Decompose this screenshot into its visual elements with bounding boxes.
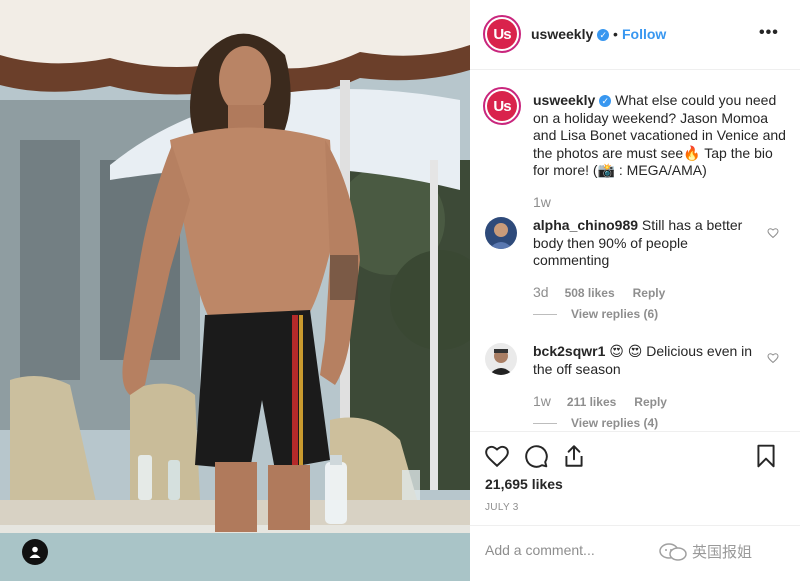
watermark: 英国报姐 <box>658 541 752 562</box>
account-username[interactable]: usweekly <box>531 26 593 42</box>
avatar-logo-text: Us <box>487 91 517 121</box>
replies-line <box>533 314 557 316</box>
comment-meta: 1w 211 likes Reply <box>533 393 685 409</box>
reply-button[interactable]: Reply <box>633 286 666 300</box>
view-replies-label[interactable]: View replies (4) <box>571 416 658 430</box>
add-comment-bar: 英国报姐 <box>470 525 800 581</box>
comment-meta: 3d 508 likes Reply <box>533 284 683 300</box>
caption-time[interactable]: 1w <box>533 194 551 210</box>
comment-likes[interactable]: 508 likes <box>565 286 615 300</box>
verified-badge-icon: ✓ <box>599 95 612 108</box>
caption-username[interactable]: usweekly <box>533 92 595 108</box>
post-actions: 21,695 likes JULY 3 英国报姐 <box>470 431 800 581</box>
post-photo[interactable] <box>0 0 470 581</box>
account-name[interactable]: usweekly ✓ <box>531 26 610 42</box>
user-tag-icon[interactable] <box>22 539 48 565</box>
follow-button[interactable]: Follow <box>622 26 666 42</box>
heart-icon[interactable] <box>484 443 510 469</box>
view-replies[interactable]: View replies (4) <box>533 416 658 430</box>
verified-badge-icon: ✓ <box>597 29 610 42</box>
watermark-text: 英国报姐 <box>692 544 753 561</box>
comment-likes[interactable]: 211 likes <box>567 395 616 409</box>
replies-line <box>533 423 557 425</box>
reply-button[interactable]: Reply <box>634 395 667 409</box>
commenter-avatar[interactable] <box>485 217 517 249</box>
comment-bubble-icon[interactable] <box>523 443 549 469</box>
wechat-logo-icon <box>659 542 687 561</box>
photo-illustration <box>0 0 470 581</box>
more-options-icon[interactable]: ••• <box>759 24 779 42</box>
account-avatar[interactable]: Us <box>483 15 521 53</box>
like-count[interactable]: 21,695 likes <box>485 476 563 492</box>
separator-dot: • <box>613 26 618 42</box>
bookmark-icon[interactable] <box>753 443 779 469</box>
commenter-avatar[interactable] <box>485 343 517 375</box>
post-sidebar: Us usweekly ✓ • Follow ••• Us usweekly ✓ W… <box>470 0 800 581</box>
share-icon[interactable] <box>561 443 587 469</box>
post-header: Us usweekly ✓ • Follow ••• <box>470 0 800 70</box>
caption-avatar[interactable]: Us <box>483 87 521 125</box>
view-replies-label[interactable]: View replies (6) <box>571 307 658 321</box>
comment-like-heart-icon[interactable] <box>767 352 779 364</box>
comment-time[interactable]: 1w <box>533 393 551 409</box>
comment-time[interactable]: 3d <box>533 284 549 300</box>
comment-username[interactable]: alpha_chino989 <box>533 217 638 233</box>
comment-like-heart-icon[interactable] <box>767 227 779 239</box>
comments-section[interactable]: Us usweekly ✓ What else could you need on… <box>470 71 800 431</box>
comment-username[interactable]: bck2sqwr1 <box>533 343 605 359</box>
comment-text: alpha_chino989 Still has a better body t… <box>533 217 753 270</box>
caption: usweekly ✓ What else could you need on a … <box>533 92 789 180</box>
add-comment-input[interactable] <box>485 542 685 558</box>
post-date[interactable]: JULY 3 <box>485 502 519 513</box>
comment-text: bck2sqwr1 😍 😍 Delicious even in the off … <box>533 343 753 378</box>
avatar-logo-text: Us <box>487 19 517 49</box>
view-replies[interactable]: View replies (6) <box>533 307 658 321</box>
